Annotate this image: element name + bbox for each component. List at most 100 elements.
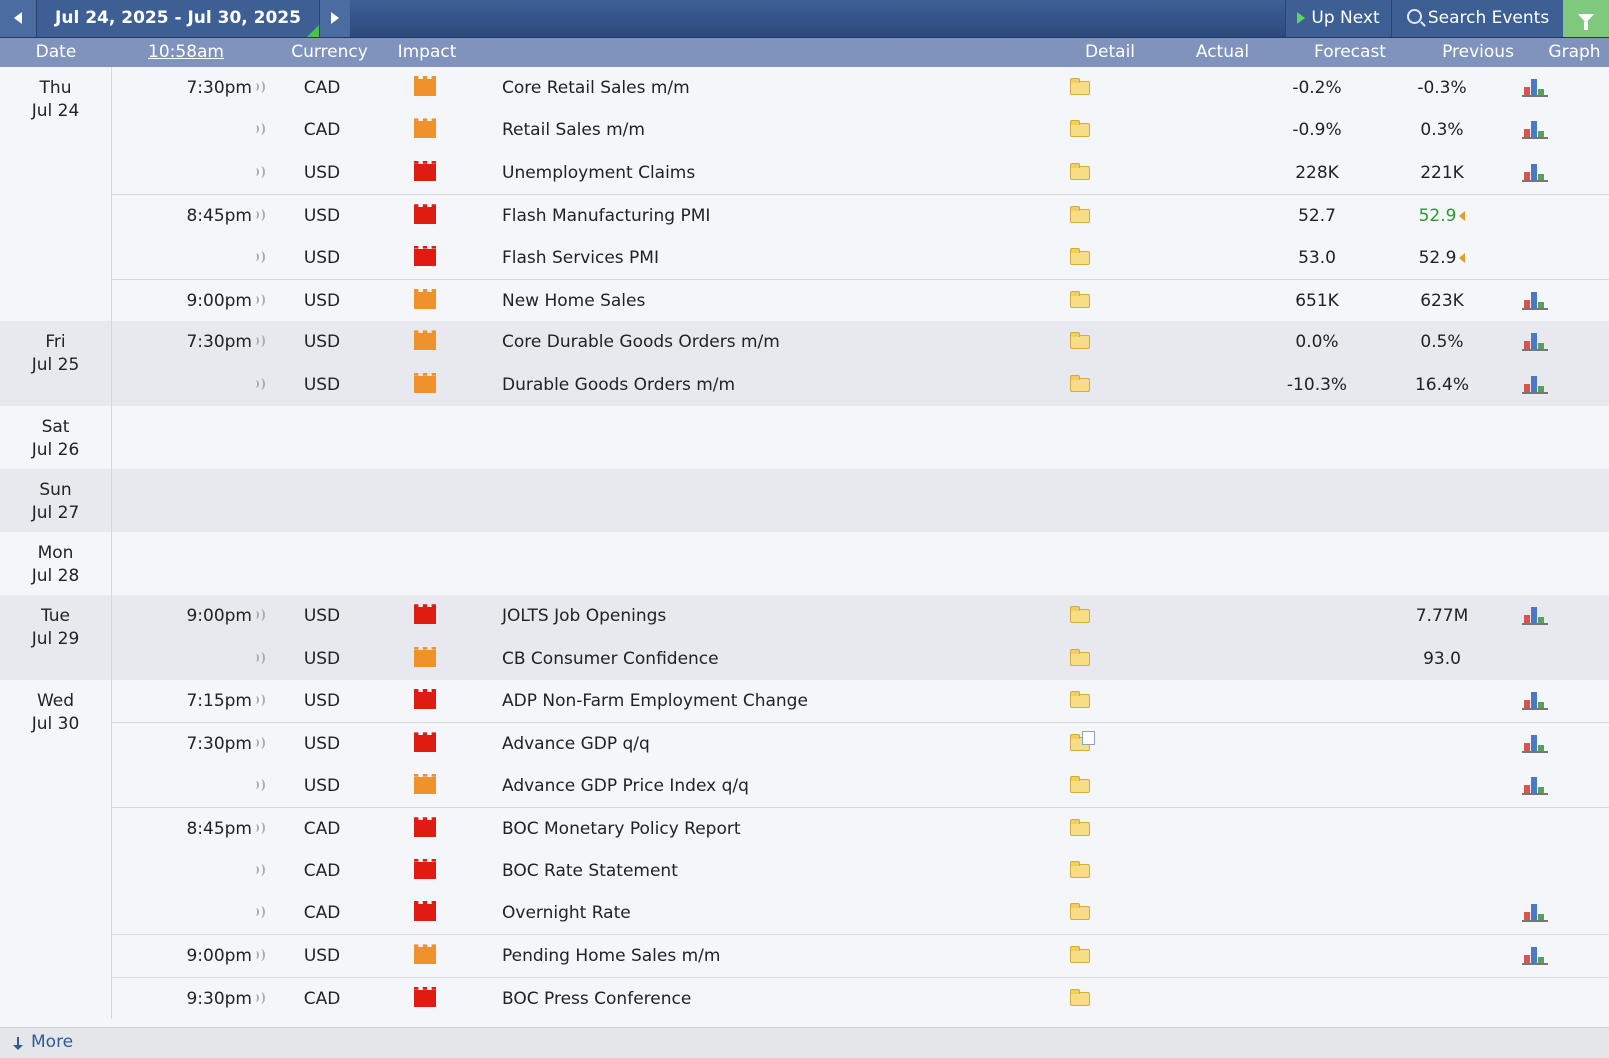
impact-folder-icon[interactable]	[414, 248, 436, 266]
event-row[interactable]: USD Durable Goods Orders m/m -10.3% 16.4%	[112, 364, 1609, 406]
detail-folder-icon[interactable]	[1070, 775, 1090, 793]
revised-arrow-icon[interactable]	[1459, 211, 1466, 222]
event-row[interactable]: USD Advance GDP Price Index q/q	[112, 765, 1609, 807]
event-title[interactable]: Durable Goods Orders m/m	[502, 364, 1062, 406]
impact-folder-icon[interactable]	[414, 607, 436, 625]
search-events-button[interactable]: Search Events	[1391, 0, 1564, 37]
sound-alert-icon[interactable]	[253, 334, 273, 350]
sound-alert-icon[interactable]	[253, 122, 273, 138]
detail-folder-icon[interactable]	[1070, 648, 1090, 666]
detail-folder-icon[interactable]	[1070, 819, 1090, 837]
event-title[interactable]: Overnight Rate	[502, 892, 1062, 934]
sound-alert-icon[interactable]	[253, 948, 273, 964]
impact-folder-icon[interactable]	[414, 692, 436, 709]
sound-alert-icon[interactable]	[253, 736, 273, 752]
sound-alert-icon[interactable]	[253, 905, 273, 921]
impact-folder-icon[interactable]	[414, 207, 436, 225]
revised-arrow-icon[interactable]	[1459, 252, 1466, 263]
impact-folder-icon[interactable]	[414, 333, 436, 351]
sound-alert-icon[interactable]	[253, 208, 273, 224]
detail-folder-icon[interactable]	[1070, 691, 1090, 708]
event-row[interactable]: USD Flash Services PMI 53.0 52.9	[112, 237, 1609, 279]
detail-folder-icon[interactable]	[1070, 247, 1090, 265]
detail-folder-icon[interactable]	[1070, 860, 1090, 878]
event-row[interactable]: 7:15pm USD ADP Non-Farm Employment Change	[112, 680, 1609, 722]
impact-folder-icon[interactable]	[414, 163, 436, 181]
event-title[interactable]: Retail Sales m/m	[502, 109, 1062, 151]
event-row[interactable]: 8:45pm CAD BOC Monetary Policy Report	[112, 807, 1609, 850]
event-title[interactable]: BOC Rate Statement	[502, 850, 1062, 892]
event-title[interactable]: Advance GDP q/q	[502, 723, 1062, 765]
bar-chart-icon[interactable]	[1522, 731, 1548, 754]
detail-folder-icon[interactable]	[1070, 988, 1090, 1006]
previous-week-button[interactable]	[0, 0, 37, 37]
bar-chart-icon[interactable]	[1522, 372, 1548, 394]
detail-folder-icon[interactable]	[1070, 731, 1095, 752]
event-row[interactable]: 9:00pm USD Pending Home Sales m/m	[112, 934, 1609, 977]
bar-chart-icon[interactable]	[1522, 943, 1548, 966]
event-title[interactable]: Core Retail Sales m/m	[502, 67, 1062, 109]
up-next-button[interactable]: Up Next	[1285, 0, 1391, 37]
impact-folder-icon[interactable]	[414, 989, 436, 1007]
detail-folder-icon[interactable]	[1070, 374, 1090, 392]
impact-folder-icon[interactable]	[414, 904, 436, 921]
event-row[interactable]: USD Unemployment Claims 228K 221K	[112, 152, 1609, 194]
event-row[interactable]: CAD Retail Sales m/m -0.9% 0.3%	[112, 109, 1609, 151]
detail-folder-icon[interactable]	[1070, 120, 1090, 138]
event-title[interactable]: New Home Sales	[502, 280, 1062, 322]
bar-chart-icon[interactable]	[1522, 75, 1548, 97]
event-title[interactable]: Pending Home Sales m/m	[502, 935, 1062, 977]
sound-alert-icon[interactable]	[253, 693, 273, 709]
detail-folder-icon[interactable]	[1070, 206, 1090, 224]
header-current-time[interactable]: 10:58am	[130, 38, 242, 67]
event-title[interactable]: BOC Press Conference	[502, 978, 1062, 1020]
bar-chart-icon[interactable]	[1522, 117, 1548, 140]
sound-alert-icon[interactable]	[253, 991, 273, 1007]
event-row[interactable]: 7:30pm USD Core Durable Goods Orders m/m 0.…	[112, 321, 1609, 363]
event-row[interactable]: CAD BOC Rate Statement	[112, 850, 1609, 892]
detail-folder-icon[interactable]	[1070, 162, 1090, 180]
event-title[interactable]: Unemployment Claims	[502, 152, 1062, 194]
event-title[interactable]: Advance GDP Price Index q/q	[502, 765, 1062, 807]
impact-folder-icon[interactable]	[414, 735, 436, 753]
sound-alert-icon[interactable]	[253, 377, 273, 393]
impact-folder-icon[interactable]	[414, 292, 436, 309]
bar-chart-icon[interactable]	[1522, 160, 1548, 182]
event-row[interactable]: 8:45pm USD Flash Manufacturing PMI 52.7 52.9	[112, 194, 1609, 237]
impact-folder-icon[interactable]	[414, 79, 436, 96]
event-title[interactable]: Core Durable Goods Orders m/m	[502, 321, 1062, 363]
event-title[interactable]: ADP Non-Farm Employment Change	[502, 680, 1062, 722]
detail-folder-icon[interactable]	[1070, 903, 1090, 920]
sound-alert-icon[interactable]	[253, 863, 273, 879]
event-title[interactable]: Flash Manufacturing PMI	[502, 195, 1062, 237]
impact-folder-icon[interactable]	[414, 820, 436, 838]
bar-chart-icon[interactable]	[1522, 688, 1548, 710]
detail-folder-icon[interactable]	[1070, 291, 1090, 308]
sound-alert-icon[interactable]	[253, 778, 273, 794]
sound-alert-icon[interactable]	[253, 250, 273, 266]
bar-chart-icon[interactable]	[1522, 900, 1548, 922]
detail-folder-icon[interactable]	[1070, 332, 1090, 350]
event-row[interactable]: CAD Overnight Rate	[112, 892, 1609, 934]
event-title[interactable]: BOC Monetary Policy Report	[502, 808, 1062, 850]
event-row[interactable]: 9:00pm USD New Home Sales 651K 623K	[112, 279, 1609, 322]
event-row[interactable]: 9:30pm CAD BOC Press Conference	[112, 976, 1609, 1020]
sound-alert-icon[interactable]	[253, 821, 273, 837]
sound-alert-icon[interactable]	[253, 608, 273, 624]
bar-chart-icon[interactable]	[1522, 288, 1548, 310]
event-title[interactable]: CB Consumer Confidence	[502, 638, 1062, 680]
event-row[interactable]: 7:30pm USD Advance GDP q/q	[112, 722, 1609, 765]
detail-folder-icon[interactable]	[1070, 606, 1090, 624]
bar-chart-icon[interactable]	[1522, 329, 1548, 352]
date-range-button[interactable]: Jul 24, 2025 - Jul 30, 2025	[37, 0, 319, 37]
detail-folder-icon[interactable]	[1070, 946, 1090, 964]
event-row[interactable]: USD CB Consumer Confidence 93.0	[112, 638, 1609, 680]
impact-folder-icon[interactable]	[414, 649, 436, 667]
more-button[interactable]: More	[0, 1027, 1609, 1058]
impact-folder-icon[interactable]	[414, 947, 436, 965]
event-row[interactable]: 9:00pm USD JOLTS Job Openings 7.77M	[112, 595, 1609, 637]
sound-alert-icon[interactable]	[253, 293, 273, 309]
sound-alert-icon[interactable]	[253, 165, 273, 181]
bar-chart-icon[interactable]	[1522, 603, 1548, 626]
next-week-button[interactable]	[319, 0, 350, 37]
